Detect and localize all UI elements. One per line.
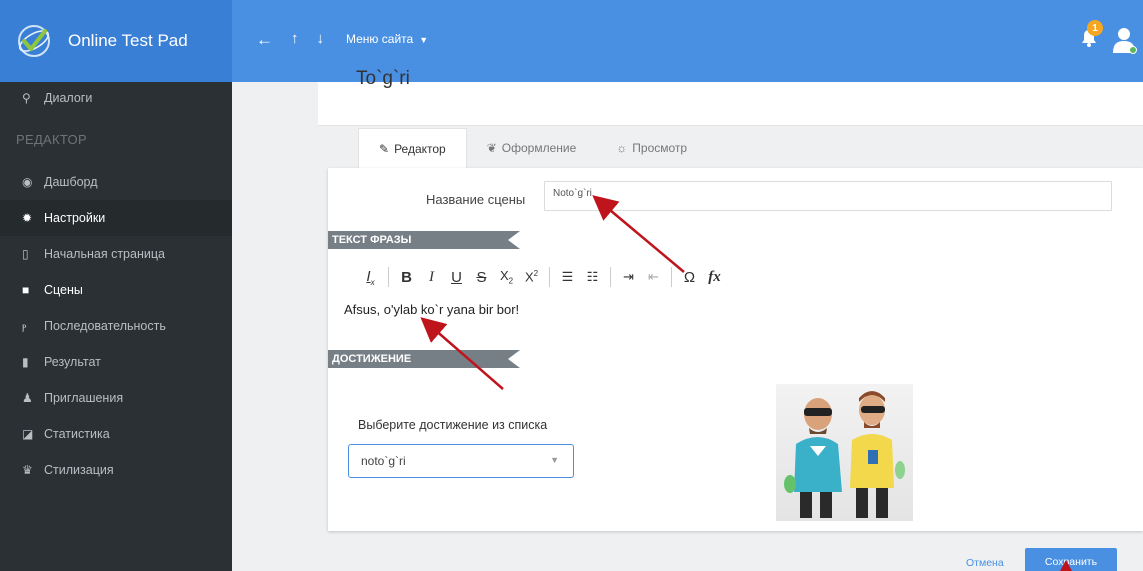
sidebar-item-styling[interactable]: ♛ Стилизация bbox=[0, 452, 232, 488]
chevron-down-icon: ▼ bbox=[550, 455, 559, 465]
sidebar-item-label: Стилизация bbox=[44, 463, 114, 477]
notification-badge: 1 bbox=[1087, 20, 1103, 36]
sidebar-item-label: Приглашения bbox=[44, 391, 124, 405]
strikethrough-icon[interactable]: S bbox=[469, 269, 494, 286]
achievement-image bbox=[776, 384, 913, 521]
sidebar-item-label: Статистика bbox=[44, 427, 110, 441]
arrow-left-icon[interactable]: ← bbox=[256, 30, 273, 50]
video-camera-icon: ■ bbox=[22, 283, 30, 297]
notifications-button[interactable]: 1 bbox=[1079, 20, 1103, 48]
sidebar-item-sequence[interactable]: ⲣ Последовательность bbox=[0, 308, 232, 344]
sidebar-item-dashboard[interactable]: ◉ Дашборд bbox=[0, 164, 232, 200]
tab-label: Редактор bbox=[394, 141, 446, 156]
sidebar-item-label: Сцены bbox=[44, 283, 83, 297]
clear-format-icon[interactable]: Ix bbox=[358, 268, 383, 287]
editor-card: Название сцены Noto`g`ri ТЕКСТ ФРАЗЫ Ix … bbox=[328, 168, 1143, 531]
text-toolbar: Ix B I U S X2 X2 ☰ ☷ ⇥ ⇤ Ω fx bbox=[358, 265, 727, 289]
scene-name-label: Название сцены bbox=[426, 192, 526, 207]
achievement-select[interactable]: noto`g`ri ▼ bbox=[348, 444, 574, 478]
sequence-icon: ⲣ bbox=[22, 318, 27, 333]
dashboard-icon: ◉ bbox=[22, 175, 33, 189]
superscript-icon[interactable]: X2 bbox=[519, 269, 544, 284]
achievement-section-header: ДОСТИЖЕНИЕ bbox=[328, 350, 520, 368]
app-title: Online Test Pad bbox=[68, 31, 188, 50]
phrase-section-header: ТЕКСТ ФРАЗЫ bbox=[328, 231, 520, 249]
sidebar-item-label: Дашборд bbox=[44, 175, 98, 189]
caret-down-icon: ▼ bbox=[419, 35, 429, 45]
form-actions: Отмена Сохранить bbox=[232, 548, 1143, 571]
sidebar-item-start-page[interactable]: ▯ Начальная страница bbox=[0, 236, 232, 272]
gear-icon: ✹ bbox=[22, 211, 33, 225]
indent-icon[interactable]: ⇥ bbox=[616, 269, 641, 285]
leaf-icon: ❦ bbox=[486, 141, 497, 155]
numbered-list-icon[interactable]: ☰ bbox=[555, 269, 580, 285]
site-menu-label: Меню сайта bbox=[346, 32, 414, 46]
toolbar-divider bbox=[671, 267, 672, 287]
editor-tabs: ✎ Редактор ❦ Оформление ☼ Просмотр bbox=[358, 128, 707, 168]
achievement-label: Выберите достижение из списка bbox=[358, 418, 548, 432]
arrow-down-icon[interactable]: ↓ bbox=[317, 30, 325, 47]
sidebar-section-editor: РЕДАКТОР bbox=[16, 131, 87, 147]
scene-header: To`g`ri bbox=[318, 68, 1143, 126]
page-title: To`g`ri bbox=[356, 68, 410, 89]
user-avatar[interactable] bbox=[1111, 26, 1137, 54]
scene-name-input[interactable]: Noto`g`ri bbox=[544, 181, 1112, 211]
gift-icon: ♛ bbox=[22, 463, 33, 477]
bold-icon[interactable]: B bbox=[394, 269, 419, 286]
bar-chart-icon: ▮ bbox=[22, 355, 29, 369]
top-bar: Online Test Pad ← ↑ ↓ Меню сайта ▼ 1 bbox=[0, 0, 1143, 82]
cancel-button[interactable]: Отмена bbox=[966, 557, 1004, 569]
tab-label: Оформление bbox=[501, 141, 577, 155]
subscript-icon[interactable]: X2 bbox=[494, 268, 519, 286]
dialogs-icon: ⚲ bbox=[22, 91, 31, 105]
tab-design[interactable]: ❦ Оформление bbox=[467, 128, 597, 168]
logo-icon bbox=[14, 21, 54, 61]
sidebar-item-statistics[interactable]: ◪ Статистика bbox=[0, 416, 232, 452]
sidebar-item-settings[interactable]: ✹ Настройки bbox=[0, 200, 232, 236]
sidebar: ⚲ Диалоги РЕДАКТОР ◉ Дашборд ✹ Настройки… bbox=[0, 82, 232, 571]
tab-editor[interactable]: ✎ Редактор bbox=[358, 128, 467, 168]
online-status-icon bbox=[1129, 46, 1137, 54]
tab-preview[interactable]: ☼ Просмотр bbox=[596, 128, 707, 168]
sidebar-item-dialogs[interactable]: ⚲ Диалоги bbox=[0, 82, 232, 114]
bullet-list-icon[interactable]: ☷ bbox=[580, 269, 605, 285]
area-chart-icon: ◪ bbox=[22, 427, 34, 441]
achievement-select-value: noto`g`ri bbox=[361, 454, 406, 468]
brand[interactable]: Online Test Pad bbox=[0, 0, 232, 82]
sidebar-item-label: Начальная страница bbox=[44, 247, 165, 261]
sidebar-item-scenes[interactable]: ■ Сцены bbox=[0, 272, 232, 308]
underline-icon[interactable]: U bbox=[444, 269, 469, 286]
sidebar-item-label: Диалоги bbox=[44, 91, 93, 105]
phrase-text-editor[interactable]: Afsus, o'ylab ko`r yana bir bor! bbox=[344, 302, 519, 317]
sidebar-item-result[interactable]: ▮ Результат bbox=[0, 344, 232, 380]
special-char-icon[interactable]: Ω bbox=[677, 269, 702, 286]
sidebar-item-label: Настройки bbox=[44, 211, 106, 225]
user-plus-icon: ♟ bbox=[22, 391, 33, 405]
italic-icon[interactable]: I bbox=[419, 269, 444, 286]
sidebar-item-label: Результат bbox=[44, 355, 101, 369]
toolbar-divider bbox=[549, 267, 550, 287]
tab-label: Просмотр bbox=[632, 141, 688, 155]
outdent-icon[interactable]: ⇤ bbox=[641, 269, 666, 285]
arrow-up-icon[interactable]: ↑ bbox=[291, 30, 299, 47]
sidebar-item-invitations[interactable]: ♟ Приглашения bbox=[0, 380, 232, 416]
file-icon: ▯ bbox=[22, 247, 29, 261]
sun-icon: ☼ bbox=[616, 141, 628, 155]
site-menu-dropdown[interactable]: Меню сайта ▼ bbox=[346, 32, 428, 46]
sidebar-item-label: Последовательность bbox=[44, 319, 166, 333]
formula-icon[interactable]: fx bbox=[702, 269, 727, 286]
toolbar-divider bbox=[388, 267, 389, 287]
main-content: To`g`ri ✎ Редактор ❦ Оформление ☼ Просмо… bbox=[232, 68, 1143, 571]
edit-icon: ✎ bbox=[379, 141, 390, 156]
toolbar-divider bbox=[610, 267, 611, 287]
save-button[interactable]: Сохранить bbox=[1025, 548, 1117, 571]
